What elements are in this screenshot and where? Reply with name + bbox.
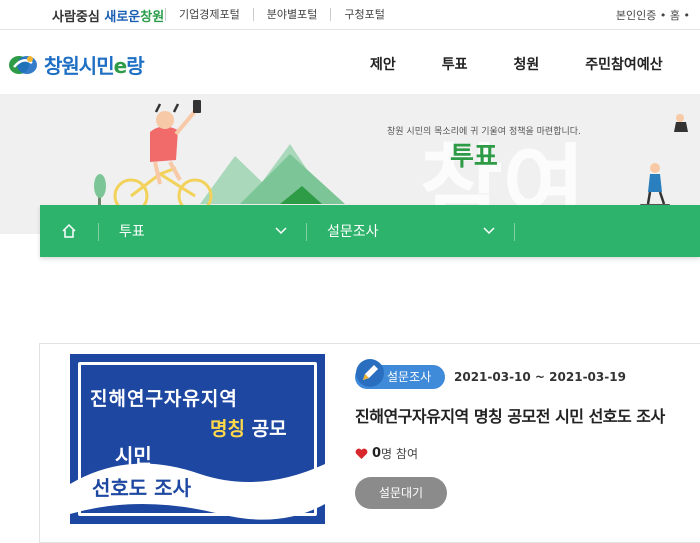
breadcrumb-divider [306,223,307,241]
thumbnail-line2-text: 공모 [251,418,287,440]
home-icon [62,223,76,238]
top-utility-bar: 사람중심 새로운창원 기업경제포털 분야별포털 구청포털 본인인증 • 홈 • [0,0,700,30]
logo-text-part: 랑 [126,54,144,78]
city-slogan[interactable]: 사람중심 새로운창원 [52,6,164,25]
breadcrumb-level2-label: 설문조사 [327,224,379,240]
breadcrumb: 투표 설문조사 [40,205,700,257]
util-links[interactable]: 본인인증 • 홈 • [616,7,690,23]
chevron-down-icon [483,227,495,235]
slogan-part: 창원 [140,10,165,25]
breadcrumb-divider [98,223,99,241]
portal-link-business[interactable]: 기업경제포털 [165,8,253,21]
slogan-part: 새로운 [104,10,141,25]
portal-link-district[interactable]: 구청포털 [330,8,397,21]
participant-number: 0 [372,446,382,461]
heart-icon [355,448,368,459]
thumbnail-line3: 시민 [115,444,152,468]
status-button[interactable]: 설문대기 [355,477,447,509]
main-nav: 제안 투표 청원 주민참여예산 [370,54,663,74]
survey-title[interactable]: 진해연구자유지역 명칭 공모전 시민 선호도 조사 [355,403,665,427]
breadcrumb-level1[interactable]: 투표 [119,205,306,257]
portal-link-field[interactable]: 분야별포털 [252,8,331,21]
nav-item-petition[interactable]: 청원 [514,54,540,74]
logo-text: 창원시민e랑 [44,50,145,79]
thumbnail-line2-highlight: 명칭 [210,418,245,440]
pencil-icon [356,359,384,387]
survey-thumbnail[interactable]: 진해연구자유지역 명칭 공모 시민 선호도 조사 [70,354,325,524]
chevron-down-icon [275,227,287,235]
site-logo[interactable]: 창원시민e랑 [8,50,145,79]
breadcrumb-divider [514,223,515,241]
thumbnail-line4: 선호도 조사 [92,476,191,500]
thumbnail-line1: 진해연구자유지역 [90,388,238,410]
logo-icon [9,55,37,74]
hero-title: 투표 [450,142,498,172]
nav-item-proposal[interactable]: 제안 [370,54,396,74]
breadcrumb-level2[interactable]: 설문조사 [327,205,514,257]
site-header: 창원시민e랑 제안 투표 청원 주민참여예산 [0,30,700,94]
survey-period: 2021-03-10 ~ 2021-03-19 [454,370,626,384]
logo-text-part: e [113,54,128,78]
breadcrumb-level1-label: 투표 [119,224,145,240]
slogan-part: 사람중심 [52,10,105,25]
breadcrumb-home[interactable] [40,205,98,257]
portal-links: 기업경제포털 분야별포털 구청포털 [165,8,398,21]
nav-item-budget[interactable]: 주민참여예산 [585,54,662,74]
logo-text-part: 창원시민 [44,54,115,78]
survey-card[interactable]: 진해연구자유지역 명칭 공모 시민 선호도 조사 설문조사 2021-03-10… [39,343,700,543]
participant-label: 명 참여 [381,447,418,461]
nav-item-vote[interactable]: 투표 [442,54,468,74]
thumbnail-line2: 명칭 공모 [210,414,287,441]
participant-count: 0 명 참여 [355,445,418,462]
